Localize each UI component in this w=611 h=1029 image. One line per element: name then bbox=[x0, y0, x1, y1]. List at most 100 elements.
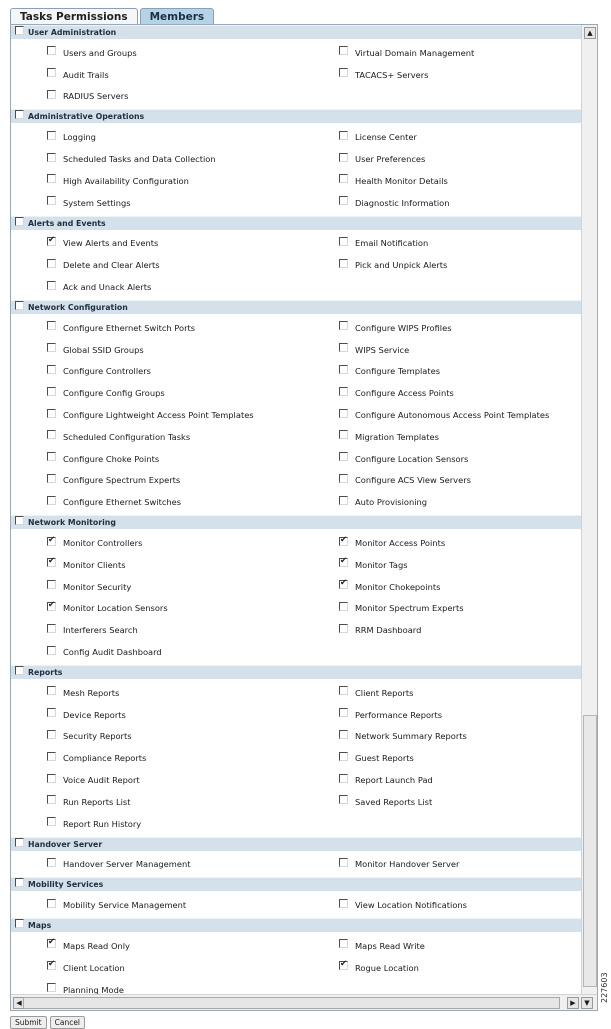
permission-item[interactable]: Device Reports bbox=[47, 708, 126, 720]
permission-checkbox[interactable] bbox=[47, 535, 56, 546]
permission-checkbox[interactable] bbox=[47, 68, 56, 78]
permission-checkbox[interactable] bbox=[47, 364, 56, 374]
permission-checkbox[interactable] bbox=[339, 495, 348, 505]
permission-checkbox[interactable] bbox=[47, 89, 56, 99]
section-checkbox[interactable] bbox=[15, 300, 24, 310]
permission-checkbox[interactable] bbox=[47, 152, 56, 162]
permission-checkbox[interactable] bbox=[47, 645, 56, 655]
permission-item[interactable]: View Alerts and Events bbox=[47, 235, 158, 248]
permission-checkbox[interactable] bbox=[47, 495, 56, 505]
permission-item[interactable]: Rogue Location bbox=[339, 959, 419, 973]
permission-checkbox[interactable] bbox=[339, 46, 348, 56]
permission-checkbox[interactable] bbox=[339, 959, 348, 971]
permission-checkbox[interactable] bbox=[339, 751, 348, 761]
permission-checkbox[interactable] bbox=[47, 729, 56, 739]
permission-item[interactable]: Handover Server Management bbox=[47, 857, 191, 869]
permission-item[interactable]: Report Launch Pad bbox=[339, 773, 433, 785]
permission-checkbox[interactable] bbox=[47, 321, 56, 331]
permission-checkbox[interactable] bbox=[47, 751, 56, 761]
permission-item[interactable]: Interferers Search bbox=[47, 623, 138, 635]
permission-checkbox[interactable] bbox=[47, 857, 56, 867]
permission-item[interactable]: Diagnostic Information bbox=[339, 196, 450, 208]
section-checkbox[interactable] bbox=[15, 216, 24, 226]
permission-item[interactable]: Mobility Service Management bbox=[47, 898, 186, 910]
permission-item[interactable]: Network Summary Reports bbox=[339, 729, 467, 741]
submit-button[interactable]: Submit bbox=[10, 1016, 47, 1029]
permission-checkbox[interactable] bbox=[339, 452, 348, 462]
permission-checkbox[interactable] bbox=[339, 430, 348, 440]
section-checkbox[interactable] bbox=[15, 837, 24, 847]
permission-checkbox[interactable] bbox=[339, 578, 348, 590]
permission-checkbox[interactable] bbox=[339, 68, 348, 78]
horizontal-scroll-thumb[interactable] bbox=[23, 997, 560, 1009]
permission-checkbox[interactable] bbox=[339, 130, 348, 140]
permission-checkbox[interactable] bbox=[339, 364, 348, 374]
permission-item[interactable]: Monitor Clients bbox=[47, 556, 126, 570]
permission-item[interactable]: Configure Ethernet Switches bbox=[47, 495, 181, 507]
permission-item[interactable]: Configure ACS View Servers bbox=[339, 473, 471, 485]
permission-checkbox[interactable] bbox=[339, 601, 348, 611]
section-checkbox[interactable] bbox=[15, 665, 24, 675]
permission-item[interactable]: Maps Read Only bbox=[47, 937, 130, 951]
permission-item[interactable]: Configure Controllers bbox=[47, 364, 151, 376]
permission-item[interactable]: Monitor Location Sensors bbox=[47, 600, 168, 613]
permission-checkbox[interactable] bbox=[47, 430, 56, 440]
permission-item[interactable]: Voice Audit Report bbox=[47, 773, 140, 785]
permission-checkbox[interactable] bbox=[339, 321, 348, 331]
permission-item[interactable]: Compliance Reports bbox=[47, 751, 146, 763]
permission-checkbox[interactable] bbox=[339, 196, 348, 206]
vertical-scrollbar[interactable]: ▲ bbox=[581, 25, 597, 994]
permission-checkbox[interactable] bbox=[47, 600, 56, 611]
permission-item[interactable]: Global SSID Groups bbox=[47, 343, 144, 355]
permission-item[interactable]: RADIUS Servers bbox=[47, 89, 128, 101]
permission-checkbox[interactable] bbox=[47, 235, 56, 246]
permission-checkbox[interactable] bbox=[339, 898, 348, 908]
permission-checkbox[interactable] bbox=[47, 686, 56, 696]
horizontal-scrollbar[interactable]: ◀ ▶ ▼ bbox=[11, 994, 597, 1010]
permission-checkbox[interactable] bbox=[339, 939, 348, 949]
permission-item[interactable]: System Settings bbox=[47, 196, 131, 208]
permission-checkbox[interactable] bbox=[47, 773, 56, 783]
permission-item[interactable]: Scheduled Configuration Tasks bbox=[47, 430, 190, 442]
permission-item[interactable]: Scheduled Tasks and Data Collection bbox=[47, 152, 216, 164]
permission-item[interactable]: Monitor Chokepoints bbox=[339, 578, 440, 592]
scroll-up-icon[interactable]: ▲ bbox=[584, 27, 596, 39]
permission-item[interactable]: Ack and Unack Alerts bbox=[47, 280, 151, 292]
permission-checkbox[interactable] bbox=[47, 258, 56, 268]
permission-checkbox[interactable] bbox=[47, 556, 56, 568]
permission-checkbox[interactable] bbox=[47, 623, 56, 633]
permission-item[interactable]: Audit Trails bbox=[47, 68, 109, 80]
permission-checkbox[interactable] bbox=[47, 130, 56, 140]
permission-checkbox[interactable] bbox=[339, 236, 348, 246]
permission-item[interactable]: Monitor Controllers bbox=[47, 535, 142, 548]
permission-item[interactable]: Client Location bbox=[47, 959, 125, 973]
permission-item[interactable]: Configure Choke Points bbox=[47, 452, 159, 464]
permission-item[interactable]: Configure Config Groups bbox=[47, 386, 165, 398]
permission-checkbox[interactable] bbox=[339, 686, 348, 696]
permission-checkbox[interactable] bbox=[339, 535, 348, 546]
permission-item[interactable]: RRM Dashboard bbox=[339, 623, 421, 635]
permission-item[interactable]: Run Reports List bbox=[47, 795, 131, 807]
permission-item[interactable]: Email Notification bbox=[339, 236, 428, 248]
permission-item[interactable]: Saved Reports List bbox=[339, 795, 432, 807]
permission-checkbox[interactable] bbox=[47, 280, 56, 290]
permission-checkbox[interactable] bbox=[47, 46, 56, 56]
permission-checkbox[interactable] bbox=[47, 937, 56, 949]
permission-checkbox[interactable] bbox=[47, 174, 56, 184]
permission-item[interactable]: Configure Ethernet Switch Ports bbox=[47, 321, 195, 333]
scroll-right-icon[interactable]: ▶ bbox=[567, 997, 579, 1009]
permission-checkbox[interactable] bbox=[47, 343, 56, 353]
permission-item[interactable]: Config Audit Dashboard bbox=[47, 645, 162, 657]
permission-item[interactable]: View Location Notifications bbox=[339, 898, 467, 910]
permission-checkbox[interactable] bbox=[339, 773, 348, 783]
permission-checkbox[interactable] bbox=[339, 473, 348, 483]
section-checkbox[interactable] bbox=[15, 516, 24, 526]
permission-item[interactable]: WIPS Service bbox=[339, 343, 409, 355]
permission-item[interactable]: Security Reports bbox=[47, 729, 132, 741]
permission-item[interactable]: Planning Mode bbox=[47, 983, 124, 994]
permission-checkbox[interactable] bbox=[339, 386, 348, 396]
permission-checkbox[interactable] bbox=[339, 729, 348, 739]
permission-item[interactable]: Monitor Access Points bbox=[339, 535, 445, 548]
permission-checkbox[interactable] bbox=[339, 343, 348, 353]
permission-checkbox[interactable] bbox=[339, 408, 348, 418]
